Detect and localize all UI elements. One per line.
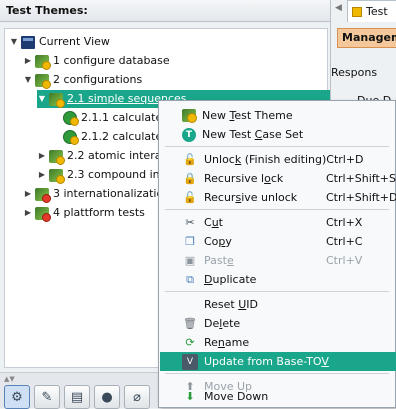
menu-item-delete[interactable]: 🗑 Delete xyxy=(160,314,396,333)
test-case-icon xyxy=(63,111,79,126)
paste-icon: ▣ xyxy=(184,254,196,267)
menu-item-cut[interactable]: ✂ Cut Ctrl+X xyxy=(160,213,396,232)
menu-item-update-from-base-tov[interactable]: V Update from Base-TOV xyxy=(160,352,396,371)
new-test-theme-icon xyxy=(182,109,197,123)
tree-item[interactable]: ▶ 2.2 atomic interacti xyxy=(37,147,175,165)
tree-item[interactable]: ▶ 3 internationalization xyxy=(23,185,170,203)
test-theme-icon xyxy=(35,73,51,89)
settings-gear-icon[interactable]: ⚙ xyxy=(4,385,30,409)
test-theme-icon xyxy=(49,149,65,165)
tree-item-label: 1 configure database xyxy=(53,54,170,67)
document-icon[interactable]: ▤ xyxy=(64,385,90,409)
test-theme-icon xyxy=(49,92,65,108)
tree-item-current-view[interactable]: ▼ Current View xyxy=(9,33,110,51)
arrow-down-icon: ⬇ xyxy=(185,390,195,403)
rename-icon: ⟳ xyxy=(185,336,195,349)
menu-separator xyxy=(165,373,389,374)
menu-separator xyxy=(165,291,389,292)
menu-item-unlock[interactable]: 🔓 Unlock (Finish editing) Ctrl+D xyxy=(160,150,396,169)
duplicate-icon: ⧉ xyxy=(186,272,194,286)
record-icon[interactable]: ● xyxy=(94,385,120,409)
unlock-icon: 🔓 xyxy=(183,191,197,204)
tree-item[interactable]: ▶ 2.3 compound inter xyxy=(37,166,175,184)
test-theme-tab-icon xyxy=(352,6,362,17)
tab-test[interactable]: Test xyxy=(347,0,396,22)
tree-item-label: Current View xyxy=(39,35,110,48)
menu-item-reset-uid[interactable]: Reset UID xyxy=(160,295,396,314)
menu-item-new-test-case-set[interactable]: T New Test Case Set xyxy=(160,125,396,144)
tab-management[interactable]: Managem xyxy=(337,28,396,48)
new-test-case-set-icon: T xyxy=(182,127,196,142)
panel-title: Test Themes: xyxy=(0,0,330,22)
copy-icon: ❐ xyxy=(185,235,195,248)
tree-item-label: 4 plattform tests xyxy=(53,206,145,219)
expand-toggle-icon[interactable]: ▶ xyxy=(37,166,47,184)
test-theme-icon xyxy=(35,187,51,203)
expand-toggle-icon[interactable]: ▼ xyxy=(37,90,47,108)
menu-item-move-down[interactable]: ⬇ Move Down xyxy=(160,387,396,406)
scroll-left-icon[interactable]: ◀ xyxy=(335,3,342,13)
expand-toggle-icon[interactable]: ▼ xyxy=(23,71,33,89)
menu-item-paste[interactable]: ▣ Paste Ctrl+V xyxy=(160,251,396,270)
expand-toggle-icon[interactable]: ▶ xyxy=(23,52,33,70)
menu-item-new-test-theme[interactable]: New Test Theme xyxy=(160,106,396,125)
tab-label: Test xyxy=(366,5,388,18)
tree-item[interactable]: 2.1.1 calculate p xyxy=(61,109,173,127)
collapse-up-icon[interactable]: ▲▼ xyxy=(4,375,15,383)
wrench-icon[interactable]: ✎ xyxy=(34,385,60,409)
expand-toggle-icon[interactable]: ▶ xyxy=(23,204,33,222)
test-case-icon xyxy=(63,130,79,145)
attachment-icon[interactable]: ⌀ xyxy=(124,385,150,409)
trash-icon: 🗑 xyxy=(183,317,197,330)
expand-toggle-icon[interactable]: ▼ xyxy=(9,33,19,51)
menu-item-duplicate[interactable]: ⧉ Duplicate xyxy=(160,270,396,289)
tree-item[interactable]: ▼ 2 configurations xyxy=(23,71,142,89)
test-theme-icon xyxy=(35,54,51,70)
menu-item-recursive-unlock[interactable]: 🔓 Recursive unlock Ctrl+Shift+D xyxy=(160,188,396,207)
tree-item[interactable]: 2.1.2 calculate p xyxy=(61,128,173,146)
update-base-tov-icon: V xyxy=(182,353,198,370)
menu-item-copy[interactable]: ❐ Copy Ctrl+C xyxy=(160,232,396,251)
menu-item-rename[interactable]: ⟳ Rename xyxy=(160,333,396,352)
tree-item[interactable]: ▶ 1 configure database xyxy=(23,52,170,70)
menu-separator xyxy=(165,146,389,147)
scissors-icon: ✂ xyxy=(185,216,195,229)
expand-toggle-icon[interactable]: ▶ xyxy=(23,185,33,203)
menu-item-recursive-lock[interactable]: 🔒 Recursive lock Ctrl+Shift+S xyxy=(160,169,396,188)
test-theme-icon xyxy=(49,168,65,184)
test-theme-icon xyxy=(35,206,51,222)
tree-item-label: 3 internationalization xyxy=(53,187,171,200)
context-menu: New Test Theme T New Test Case Set 🔓 Unl… xyxy=(158,100,396,408)
menu-separator xyxy=(165,209,389,210)
lock-icon: 🔒 xyxy=(183,172,197,185)
current-view-icon xyxy=(21,35,35,49)
expand-toggle-icon[interactable]: ▶ xyxy=(37,147,47,165)
tree-item[interactable]: ▶ 4 plattform tests xyxy=(23,204,145,222)
unlock-icon: 🔓 xyxy=(183,153,197,166)
responsible-label: Respons xyxy=(331,66,378,79)
tree-item-label: 2 configurations xyxy=(53,73,143,86)
